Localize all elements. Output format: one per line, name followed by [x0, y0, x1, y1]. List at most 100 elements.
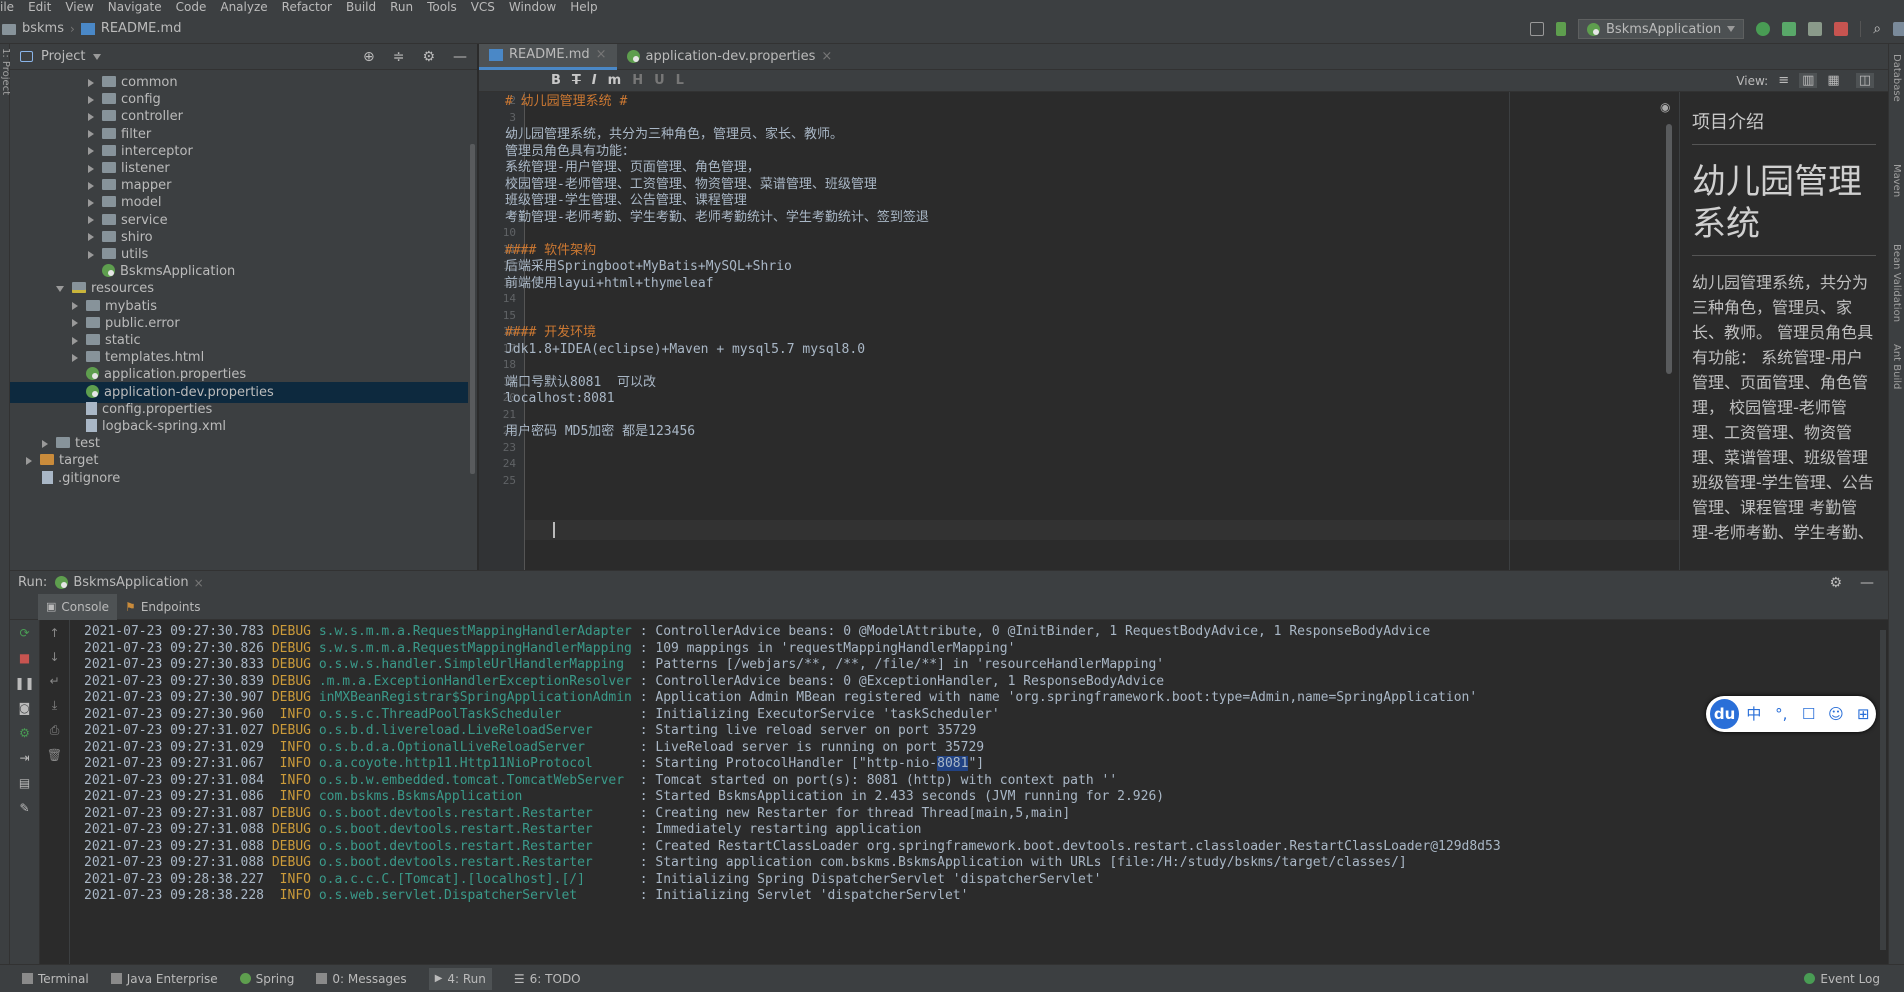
layout-icon[interactable]: ◫: [1855, 73, 1874, 88]
layout-icon[interactable]: ▤: [19, 776, 30, 790]
menu-item[interactable]: VCS: [471, 0, 495, 14]
link-button[interactable]: L: [676, 73, 684, 88]
gear-icon[interactable]: ⚙: [1829, 575, 1842, 591]
run-tab-bskms[interactable]: BskmsApplication ×: [55, 575, 204, 590]
up-icon[interactable]: ↑: [49, 626, 59, 640]
hide-icon[interactable]: —: [453, 49, 467, 65]
coverage-icon[interactable]: [1808, 22, 1823, 36]
todo-tool-button[interactable]: ☰ 6: TODO: [514, 972, 581, 986]
maven-tool-label[interactable]: Maven: [1891, 164, 1902, 197]
chevron-right-icon[interactable]: [88, 216, 94, 225]
eye-icon[interactable]: ◉: [1660, 100, 1670, 114]
tree-item[interactable]: .gitignore: [10, 468, 468, 489]
spring-tool-button[interactable]: Spring: [239, 972, 294, 986]
ant-build-tool-label[interactable]: Ant Build: [1891, 344, 1902, 389]
tab-readme[interactable]: README.md ×: [479, 42, 617, 70]
code-button[interactable]: m: [608, 73, 622, 88]
menu-item[interactable]: Run: [390, 0, 413, 14]
exit-icon[interactable]: ⇥: [19, 751, 29, 765]
soft-wrap-icon[interactable]: ↵: [49, 674, 59, 688]
chevron-right-icon[interactable]: [72, 353, 78, 362]
chevron-right-icon[interactable]: [88, 164, 94, 173]
breadcrumb-file[interactable]: README.md: [101, 21, 182, 36]
close-icon[interactable]: ×: [821, 44, 832, 70]
tab-console[interactable]: ▣ Console: [38, 593, 118, 620]
menu-item[interactable]: Window: [509, 0, 556, 14]
baidu-logo[interactable]: du: [1710, 699, 1740, 729]
down-icon[interactable]: ↓: [49, 650, 59, 664]
menu-item[interactable]: ile: [0, 0, 14, 14]
tree-scrollbar[interactable]: [470, 144, 475, 474]
restore-layout-icon[interactable]: ⚙: [19, 726, 30, 740]
hide-icon[interactable]: —: [1860, 575, 1874, 591]
gear-icon[interactable]: ⚙: [422, 49, 435, 65]
menu-item[interactable]: Tools: [427, 0, 457, 14]
build-hammer-icon[interactable]: [1556, 22, 1566, 36]
chevron-right-icon[interactable]: [88, 112, 94, 121]
stop-icon[interactable]: ■: [19, 651, 30, 665]
editor-only-icon[interactable]: ≡: [1778, 73, 1789, 88]
terminal-tool-button[interactable]: Terminal: [22, 972, 89, 986]
rerun-icon[interactable]: ⟳: [19, 626, 29, 640]
chevron-right-icon[interactable]: [88, 95, 94, 104]
close-icon[interactable]: ×: [596, 42, 607, 68]
java-enterprise-tool-button[interactable]: Java Enterprise: [110, 972, 218, 986]
console-output[interactable]: 2021-07-23 09:27:30.783 DEBUG s.w.s.m.m.…: [70, 620, 1888, 964]
chevron-right-icon[interactable]: [88, 198, 94, 207]
split-view-icon[interactable]: ▥: [1799, 73, 1818, 88]
chevron-right-icon[interactable]: [88, 78, 94, 87]
project-structure-icon[interactable]: [1893, 22, 1904, 36]
chevron-right-icon[interactable]: [88, 233, 94, 242]
preview-only-icon[interactable]: ▦: [1827, 73, 1839, 88]
run-tool-button[interactable]: ▶ 4: Run: [428, 967, 492, 990]
tab-endpoints[interactable]: ⚑ Endpoints: [117, 600, 208, 614]
chevron-right-icon[interactable]: [72, 336, 78, 345]
ime-menu-button[interactable]: ⊞: [1851, 701, 1876, 727]
chevron-right-icon[interactable]: [88, 130, 94, 139]
menu-item[interactable]: View: [65, 0, 93, 14]
trash-icon[interactable]: 🗑: [47, 748, 62, 762]
debug-icon[interactable]: [1782, 22, 1797, 36]
menu-item[interactable]: Help: [570, 0, 597, 14]
bold-button[interactable]: B: [551, 73, 561, 88]
menu-item[interactable]: Build: [346, 0, 376, 14]
chevron-down-icon[interactable]: [93, 53, 102, 60]
chevron-right-icon[interactable]: [88, 250, 94, 259]
camera-icon[interactable]: ◙: [19, 701, 31, 715]
event-log-button[interactable]: Event Log: [1804, 972, 1880, 986]
collapse-all-icon[interactable]: ≑: [393, 49, 405, 65]
run-config-select[interactable]: BskmsApplication: [1578, 19, 1745, 39]
italic-button[interactable]: I: [592, 73, 597, 88]
stop-icon[interactable]: [1834, 22, 1849, 36]
code-area[interactable]: # 幼儿园管理系统 # 幼儿园管理系统，共分为三种角色，管理员、家长、教师。 管理员…: [505, 92, 1565, 570]
menu-item[interactable]: Code: [176, 0, 207, 14]
list-button[interactable]: U: [654, 73, 665, 88]
ime-user-button[interactable]: ☺: [1823, 701, 1848, 727]
editor-scrollbar[interactable]: [1666, 124, 1672, 374]
window-icon[interactable]: [1530, 22, 1544, 36]
menu-item[interactable]: Edit: [28, 0, 51, 14]
chevron-right-icon[interactable]: [88, 147, 94, 156]
chevron-down-icon[interactable]: [56, 285, 64, 292]
chevron-right-icon[interactable]: [72, 319, 78, 328]
menu-item[interactable]: Analyze: [220, 0, 267, 14]
tab-application-dev-properties[interactable]: application-dev.properties ×: [617, 44, 843, 70]
strikethrough-button[interactable]: T: [572, 73, 581, 88]
console-scrollbar[interactable]: [1880, 630, 1886, 950]
chevron-right-icon[interactable]: [88, 181, 94, 190]
bean-validation-tool-label[interactable]: Bean Validation: [1891, 244, 1902, 322]
pause-icon[interactable]: ❚❚: [14, 676, 34, 690]
messages-tool-button[interactable]: 0: Messages: [316, 972, 407, 986]
search-icon[interactable]: ⌕: [1873, 21, 1881, 37]
pin-icon[interactable]: ✎: [19, 801, 29, 815]
menu-item[interactable]: Navigate: [108, 0, 162, 14]
ime-keyboard-button[interactable]: ☐: [1796, 701, 1821, 727]
ime-chinese-button[interactable]: 中: [1741, 701, 1766, 727]
chevron-right-icon[interactable]: [26, 456, 32, 465]
breadcrumb-project[interactable]: bskms: [22, 21, 64, 36]
menu-item[interactable]: Refactor: [282, 0, 332, 14]
chevron-right-icon[interactable]: [72, 302, 78, 311]
locate-icon[interactable]: ⊕: [363, 49, 375, 65]
print-icon[interactable]: ⎙: [50, 723, 60, 738]
project-panel-title[interactable]: Project: [41, 49, 85, 64]
